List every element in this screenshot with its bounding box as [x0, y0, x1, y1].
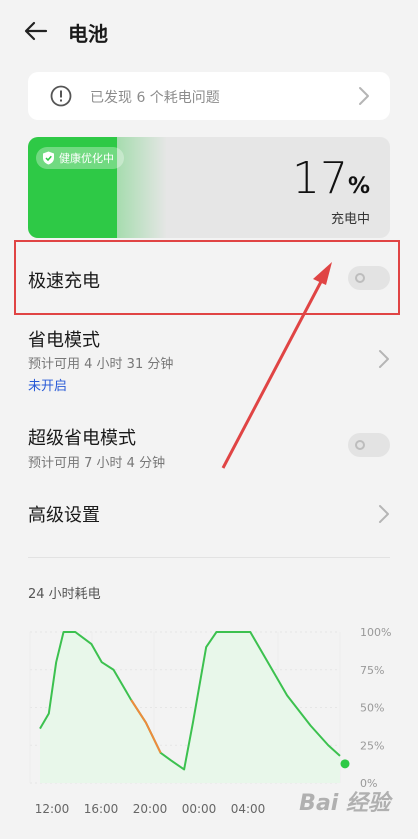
advanced-settings-label: 高级设置	[28, 505, 100, 526]
super-saving-row[interactable]: 超级省电模式 预计可用 7 小时 4 分钟	[0, 410, 418, 480]
charging-status: 充电中	[330, 212, 370, 227]
chevron-right-icon	[379, 505, 389, 523]
toggle-knob	[355, 273, 365, 283]
super-saving-label: 超级省电模式	[28, 428, 136, 449]
super-saving-estimate: 预计可用 7 小时 4 分钟	[28, 456, 166, 471]
shield-icon	[43, 151, 54, 165]
x-tick-label: 00:00	[182, 802, 217, 816]
watermark: Bai 经验	[299, 791, 390, 816]
y-tick-label: 50%	[360, 702, 384, 715]
percent-sign: %	[347, 174, 370, 199]
current-level-dot	[340, 759, 350, 769]
battery-percent: 17%	[292, 153, 370, 204]
back-arrow-icon[interactable]	[22, 17, 50, 45]
x-tick-label: 16:00	[84, 802, 119, 816]
chevron-right-icon	[359, 87, 369, 105]
power-saving-estimate: 预计可用 4 小时 31 分钟	[28, 357, 174, 372]
x-tick-label: 12:00	[35, 802, 70, 816]
super-saving-toggle[interactable]	[348, 433, 390, 457]
x-tick-label: 04:00	[231, 802, 266, 816]
power-saving-status: 未开启	[28, 379, 68, 394]
health-badge-label: 健康优化中	[59, 152, 114, 165]
fast-charge-label: 极速充电	[28, 271, 100, 292]
y-tick-label: 75%	[360, 664, 384, 677]
fast-charge-toggle[interactable]	[348, 266, 390, 290]
divider	[28, 557, 390, 558]
fast-charge-row[interactable]: 极速充电	[0, 240, 418, 315]
battery-fill-fade	[117, 137, 168, 238]
power-saving-row[interactable]: 省电模式 预计可用 4 小时 31 分钟 未开启	[0, 318, 418, 400]
x-tick-label: 20:00	[133, 802, 168, 816]
advanced-settings-row[interactable]: 高级设置	[0, 488, 418, 540]
toggle-knob	[355, 440, 365, 450]
header: 电池	[0, 0, 418, 62]
battery-percent-value: 17	[291, 153, 348, 204]
y-tick-label: 100%	[360, 626, 391, 639]
power-saving-label: 省电模式	[28, 330, 100, 351]
y-tick-label: 25%	[360, 739, 384, 752]
info-circle-icon	[50, 85, 72, 107]
page-title: 电池	[68, 22, 108, 46]
chevron-right-icon	[379, 350, 389, 368]
issues-banner[interactable]: 已发现 6 个耗电问题	[28, 72, 390, 120]
battery-card: 健康优化中 17% 充电中	[28, 137, 390, 238]
chart-title: 24 小时耗电	[28, 587, 101, 602]
health-badge: 健康优化中	[36, 147, 124, 169]
issues-text: 已发现 6 个耗电问题	[90, 90, 220, 106]
